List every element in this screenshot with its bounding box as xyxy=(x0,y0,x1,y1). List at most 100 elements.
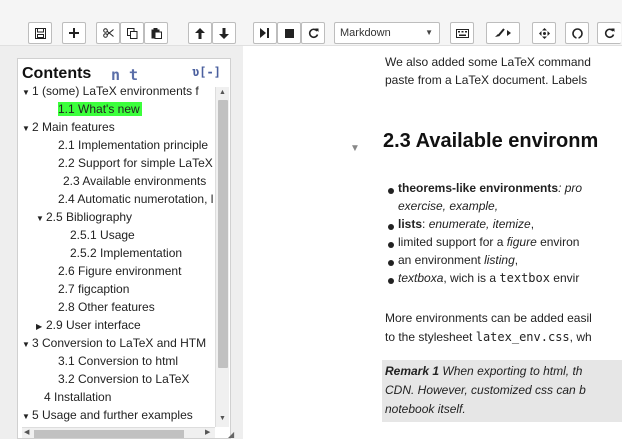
toc-item[interactable]: 2.7 figcaption xyxy=(48,281,129,298)
toc-item-label: 3.1 Conversion to html xyxy=(58,354,179,368)
toc-item[interactable]: 2.1 Implementation principle xyxy=(48,137,208,154)
toc-item-label: 2.5.1 Usage xyxy=(70,228,135,242)
list-item: lists: enumerate, itemize, xyxy=(398,217,534,231)
toc-reload-button[interactable]: ʋ[-] xyxy=(192,65,221,79)
toc-item-label: 1 (some) LaTeX environments f xyxy=(32,84,199,98)
toc-vertical-scrollbar[interactable]: ▲ ▼ xyxy=(215,87,229,427)
command-palette-button[interactable] xyxy=(450,22,474,44)
format-button[interactable] xyxy=(486,22,520,44)
toc-item-label: 2.9 User interface xyxy=(46,318,141,332)
toc-item-label: 3 Conversion to LaTeX and HTM xyxy=(32,336,207,350)
bullet-icon xyxy=(388,242,394,248)
bullet-icon xyxy=(388,278,394,284)
remark-text: When exporting to html, th xyxy=(439,364,583,378)
paragraph-line: to the stylesheet latex_env.css, wh xyxy=(385,330,592,344)
save-button[interactable] xyxy=(28,22,52,44)
github-button[interactable] xyxy=(565,22,589,44)
toc-item[interactable]: 2.8 Other features xyxy=(48,299,155,316)
collapse-heading-icon[interactable]: ▼ xyxy=(350,143,360,154)
toc-toggle-button[interactable]: t xyxy=(129,66,138,84)
jupyter-window: Markdown ▼ Contents n t ʋ[-] ▼ 1 (some) L… xyxy=(0,0,622,439)
paste-button[interactable] xyxy=(144,22,168,44)
remark-text: notebook itself. xyxy=(385,402,466,416)
remark-line: notebook itself. xyxy=(385,402,466,416)
interrupt-button[interactable] xyxy=(277,22,301,44)
toc-item[interactable]: 3.1 Conversion to html xyxy=(48,353,178,370)
notebook-area: We also added some LaTeX command paste f… xyxy=(243,46,622,439)
scroll-down-icon[interactable]: ▼ xyxy=(219,415,226,422)
paragraph-text: to the stylesheet xyxy=(385,330,476,344)
scissors-icon xyxy=(102,28,114,38)
paragraph-line: paste from a LaTeX document. Labels xyxy=(385,73,588,87)
list-item-bold: lists xyxy=(398,217,423,231)
copy-icon xyxy=(126,27,137,39)
toc-item[interactable]: ▼ 5 Usage and further examples xyxy=(22,407,193,424)
cut-button[interactable] xyxy=(96,22,120,44)
toc-item[interactable]: 1.1 What's new xyxy=(48,101,142,118)
list-item-italic: textboxa xyxy=(398,271,444,285)
toc-vertical-scroll-thumb[interactable] xyxy=(218,100,228,368)
list-item-text: enumerate, itemize xyxy=(428,217,531,231)
toc-item-label: 2.1 Implementation principle xyxy=(58,138,209,152)
move-up-button[interactable] xyxy=(188,22,212,44)
toc-item[interactable]: ▼ 2 Main features xyxy=(22,119,115,136)
refresh-button[interactable] xyxy=(597,22,621,44)
list-item-text: an environment xyxy=(398,253,485,267)
plus-icon xyxy=(69,28,79,38)
toc-item[interactable]: ▼ 3 Conversion to LaTeX and HTM xyxy=(22,335,206,352)
toc-number-toggle-button[interactable]: n xyxy=(111,66,120,84)
toc-item[interactable]: ▶ 2.9 User interface xyxy=(36,317,141,334)
restart-button[interactable] xyxy=(301,22,325,44)
list-item-text: limited support for a xyxy=(398,235,507,249)
section-heading: 2.3 Available environm xyxy=(383,130,599,152)
toc-item[interactable]: 3.2 Conversion to LaTeX xyxy=(48,371,189,388)
toc-horizontal-scroll-thumb[interactable] xyxy=(34,430,184,438)
list-item-end: , xyxy=(530,217,535,231)
github-icon xyxy=(571,27,583,39)
toc-item[interactable]: ▼ 2.5 Bibliography xyxy=(36,209,132,226)
bullet-icon xyxy=(388,224,394,230)
collapse-icon[interactable]: ▼ xyxy=(36,210,46,227)
toc-title: Contents xyxy=(22,65,92,82)
bullet-icon xyxy=(388,188,394,194)
toc-item[interactable]: 2.3 Available environments xyxy=(53,173,206,190)
toc-item-label: 2.5.2 Implementation xyxy=(70,246,183,260)
scroll-up-icon[interactable]: ▲ xyxy=(219,89,226,96)
cell-type-select[interactable]: Markdown ▼ xyxy=(334,22,440,44)
resize-handle-icon[interactable]: ◢ xyxy=(228,430,234,439)
collapse-icon[interactable]: ▼ xyxy=(22,84,32,101)
toc-item[interactable]: 2.2 Support for simple LaTeX xyxy=(48,155,213,172)
cell-type-value: Markdown xyxy=(340,27,391,39)
collapse-icon[interactable]: ▼ xyxy=(22,120,32,137)
collapse-icon[interactable]: ▼ xyxy=(22,336,32,353)
list-item-text: envir xyxy=(549,271,580,285)
move-down-button[interactable] xyxy=(212,22,236,44)
toc-item[interactable]: 4 Installation xyxy=(34,389,111,406)
toc-item[interactable]: 2.5.2 Implementation xyxy=(60,245,182,262)
toc-item-label: 2.2 Support for simple LaTeX xyxy=(58,156,213,170)
toc-horizontal-scrollbar[interactable]: ◀ ▶ xyxy=(22,427,215,438)
chevron-down-icon: ▼ xyxy=(425,28,433,37)
toc-item[interactable]: 2.5.1 Usage xyxy=(60,227,135,244)
copy-button[interactable] xyxy=(120,22,144,44)
list-item: textboxa, wich is a textbox envir xyxy=(398,271,579,285)
toc-item-label: 4 Installation xyxy=(44,390,112,404)
list-item-italic: listing xyxy=(484,253,515,267)
move-cell-button[interactable] xyxy=(532,22,556,44)
scroll-left-icon[interactable]: ◀ xyxy=(24,428,29,436)
remark-line: Remark 1 When exporting to html, th xyxy=(385,364,582,378)
toc-item-label: 2.7 figcaption xyxy=(58,282,130,296)
insert-cell-button[interactable] xyxy=(62,22,86,44)
paragraph-text: , wh xyxy=(569,330,592,344)
expand-icon[interactable]: ▶ xyxy=(36,318,46,335)
toc-item[interactable]: 2.6 Figure environment xyxy=(48,263,181,280)
collapse-icon[interactable]: ▼ xyxy=(22,408,32,425)
toc-item[interactable]: 2.4 Automatic numerotation, l xyxy=(48,191,213,208)
toc-item-label: 3.2 Conversion to LaTeX xyxy=(58,372,190,386)
toolbar: Markdown ▼ xyxy=(0,0,622,46)
stylesheet-code: latex_env.css xyxy=(475,330,570,344)
run-button[interactable] xyxy=(253,22,277,44)
arrow-down-icon xyxy=(219,27,229,39)
scroll-right-icon[interactable]: ▶ xyxy=(205,428,210,436)
toc-item[interactable]: ▼ 1 (some) LaTeX environments f xyxy=(22,83,199,100)
